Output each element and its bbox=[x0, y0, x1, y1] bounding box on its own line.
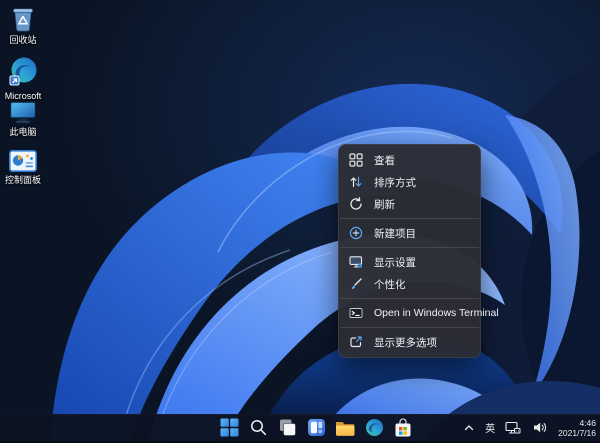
file-explorer-icon bbox=[335, 419, 355, 437]
personalize-icon bbox=[349, 277, 363, 291]
network-icon bbox=[505, 421, 521, 435]
clock-time: 4:46 bbox=[579, 418, 596, 428]
menu-separator bbox=[340, 327, 479, 328]
control-panel-icon bbox=[9, 150, 37, 172]
display-settings-icon bbox=[349, 255, 363, 269]
new-item-icon bbox=[349, 226, 363, 240]
microsoft-store-icon bbox=[394, 418, 412, 438]
wallpaper-bloom-image bbox=[0, 0, 600, 443]
desktop-icon-this-pc[interactable]: 此电脑 bbox=[0, 101, 46, 137]
menu-item-label: 查看 bbox=[374, 153, 395, 168]
widgets-icon bbox=[307, 418, 326, 437]
clock-date: 2021/7/16 bbox=[558, 428, 596, 438]
taskbar-clock[interactable]: 4:46 2021/7/16 bbox=[558, 418, 596, 438]
desktop-screen: 回收站 Microsoft Edge bbox=[0, 0, 600, 443]
taskbar: 英 4:46 2021/7/16 bbox=[0, 414, 600, 443]
menu-separator bbox=[340, 298, 479, 299]
menu-item-personalize[interactable]: 个性化 bbox=[339, 273, 480, 295]
menu-item-new[interactable]: 新建项目 bbox=[339, 222, 480, 244]
taskbar-center-buttons bbox=[218, 414, 414, 441]
chevron-up-icon bbox=[463, 422, 475, 434]
desktop-icon-label: 回收站 bbox=[9, 35, 36, 45]
menu-item-label: 刷新 bbox=[374, 197, 395, 212]
desktop-icon-label: 控制面板 bbox=[5, 175, 41, 185]
store-button[interactable] bbox=[392, 417, 414, 439]
microsoft-edge-icon bbox=[7, 56, 39, 88]
menu-item-label: 新建项目 bbox=[374, 226, 416, 241]
menu-separator bbox=[340, 247, 479, 248]
this-pc-icon bbox=[9, 101, 37, 124]
menu-item-display-settings[interactable]: 显示设置 bbox=[339, 251, 480, 273]
recycle-bin-icon bbox=[11, 6, 35, 32]
desktop-icon-label: 此电脑 bbox=[9, 127, 36, 137]
refresh-icon bbox=[349, 197, 363, 211]
menu-item-label: 排序方式 bbox=[374, 175, 416, 190]
tray-network-button[interactable] bbox=[503, 419, 523, 437]
desktop-icon-recycle-bin[interactable]: 回收站 bbox=[0, 6, 46, 45]
edge-icon bbox=[365, 418, 384, 437]
menu-item-open-windows-terminal[interactable]: Open in Windows Terminal bbox=[339, 302, 480, 324]
start-button[interactable] bbox=[218, 417, 240, 439]
task-view-icon bbox=[278, 418, 297, 437]
terminal-icon bbox=[349, 306, 363, 320]
menu-item-label: Open in Windows Terminal bbox=[374, 307, 499, 319]
tray-volume-button[interactable] bbox=[531, 419, 550, 436]
menu-item-show-more-options[interactable]: 显示更多选项 bbox=[339, 331, 480, 353]
desktop-context-menu: 查看 排序方式 刷新 bbox=[338, 144, 481, 358]
menu-item-view[interactable]: 查看 bbox=[339, 149, 480, 171]
edge-button[interactable] bbox=[363, 417, 385, 439]
sort-arrows-icon bbox=[349, 175, 363, 189]
task-view-button[interactable] bbox=[276, 417, 298, 439]
file-explorer-button[interactable] bbox=[334, 417, 356, 439]
volume-icon bbox=[533, 421, 548, 434]
desktop-icon-control-panel[interactable]: 控制面板 bbox=[0, 150, 46, 185]
view-grid-icon bbox=[349, 153, 363, 167]
search-icon bbox=[250, 419, 267, 436]
ime-indicator[interactable]: 英 bbox=[485, 420, 495, 435]
widgets-button[interactable] bbox=[305, 417, 327, 439]
menu-item-label: 个性化 bbox=[374, 277, 406, 292]
more-options-icon bbox=[349, 335, 363, 349]
taskbar-tray: 英 4:46 2021/7/16 bbox=[461, 414, 596, 441]
menu-item-label: 显示设置 bbox=[374, 255, 416, 270]
menu-separator bbox=[340, 218, 479, 219]
tray-chevron-button[interactable] bbox=[461, 420, 477, 436]
menu-item-label: 显示更多选项 bbox=[374, 335, 437, 350]
menu-item-sort-by[interactable]: 排序方式 bbox=[339, 171, 480, 193]
windows-start-icon bbox=[220, 418, 239, 437]
menu-item-refresh[interactable]: 刷新 bbox=[339, 193, 480, 215]
search-button[interactable] bbox=[247, 417, 269, 439]
